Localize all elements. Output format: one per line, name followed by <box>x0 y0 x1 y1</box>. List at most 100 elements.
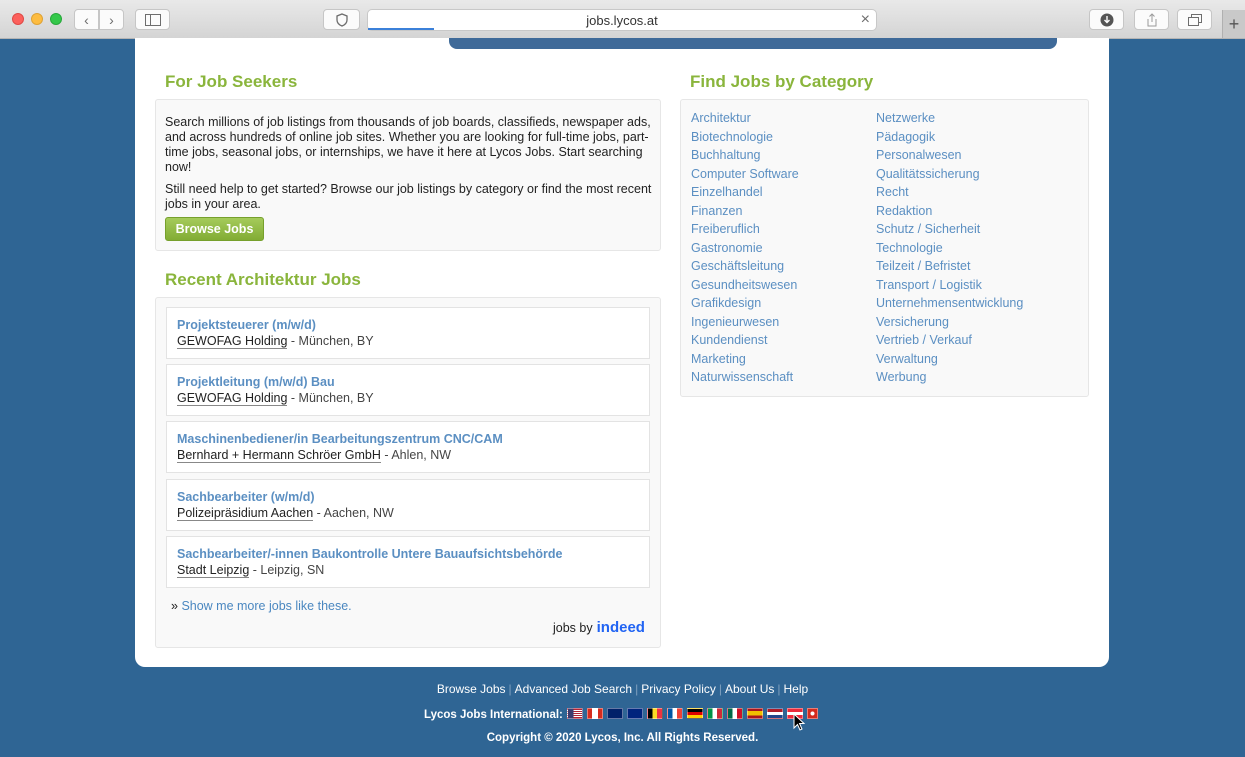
chevron-left-icon: ‹ <box>84 11 89 28</box>
job-location: - Leipzig, SN <box>249 563 325 577</box>
category-link[interactable]: Naturwissenschaft <box>691 370 793 384</box>
more-jobs-row: » Show me more jobs like these. <box>171 599 352 613</box>
job-location: - München, BY <box>287 334 374 348</box>
category-link[interactable]: Technologie <box>876 241 943 255</box>
flag-us-icon[interactable] <box>566 708 583 719</box>
category-link[interactable]: Schutz / Sicherheit <box>876 222 980 236</box>
job-location: - München, BY <box>287 391 374 405</box>
job-location: - Aachen, NW <box>313 506 394 520</box>
url-text: jobs.lycos.at <box>586 13 658 28</box>
job-listing: Sachbearbeiter (w/m/d) Polizeipräsidium … <box>166 479 650 531</box>
downloads-button[interactable] <box>1089 9 1124 30</box>
job-listing: Projektsteuerer (m/w/d) GEWOFAG Holding … <box>166 307 650 359</box>
job-listing: Projektleitung (m/w/d) Bau GEWOFAG Holdi… <box>166 364 650 416</box>
category-link[interactable]: Grafikdesign <box>691 296 761 310</box>
address-bar[interactable]: jobs.lycos.at × <box>367 9 877 31</box>
category-link[interactable]: Vertrieb / Verkauf <box>876 333 972 347</box>
category-link[interactable]: Architektur <box>691 111 751 125</box>
shield-icon <box>335 12 348 27</box>
browse-jobs-button[interactable]: Browse Jobs <box>165 217 264 241</box>
share-button[interactable] <box>1134 9 1169 30</box>
forward-button[interactable]: › <box>99 9 124 30</box>
more-jobs-link[interactable]: Show me more jobs like these. <box>181 599 351 613</box>
job-location: - Ahlen, NW <box>380 448 452 462</box>
flag-nl-icon[interactable] <box>766 708 783 719</box>
indeed-logo: indeed <box>596 619 645 636</box>
tabs-overview-button[interactable] <box>1177 9 1212 30</box>
category-link[interactable]: Finanzen <box>691 204 742 218</box>
flag-mx-icon[interactable] <box>726 708 743 719</box>
category-link[interactable]: Netzwerke <box>876 111 935 125</box>
job-seekers-help: Still need help to get started? Browse o… <box>165 182 652 211</box>
footer-link-privacy[interactable]: Privacy Policy <box>641 682 716 696</box>
flag-fr-icon[interactable] <box>666 708 683 719</box>
category-link[interactable]: Ingenieurwesen <box>691 315 779 329</box>
recent-jobs-heading: Recent Architektur Jobs <box>165 270 361 289</box>
footer-link-help[interactable]: Help <box>783 682 808 696</box>
page-load-progress <box>368 28 434 30</box>
back-button[interactable]: ‹ <box>74 9 99 30</box>
flag-es-icon[interactable] <box>746 708 763 719</box>
job-title-link[interactable]: Projektleitung (m/w/d) Bau <box>177 375 335 389</box>
flag-ca-icon[interactable] <box>586 708 603 719</box>
category-link[interactable]: Versicherung <box>876 315 949 329</box>
category-link[interactable]: Einzelhandel <box>691 185 763 199</box>
close-icon[interactable]: × <box>861 11 870 29</box>
category-link[interactable]: Transport / Logistik <box>876 278 982 292</box>
flag-uk-icon[interactable] <box>606 708 623 719</box>
browser-toolbar: ‹ › jobs.lycos.at × + <box>0 0 1245 39</box>
mouse-pointer-icon <box>793 713 806 731</box>
flag-au-icon[interactable] <box>626 708 643 719</box>
category-link[interactable]: Biotechnologie <box>691 130 773 144</box>
company-name: Bernhard + Hermann Schröer GmbH <box>177 448 381 463</box>
minimize-window-button[interactable] <box>31 13 43 25</box>
category-link[interactable]: Marketing <box>691 352 746 366</box>
job-listing: Sachbearbeiter/-innen Baukontrolle Unter… <box>166 536 650 588</box>
job-title-link[interactable]: Maschinenbediener/in Bearbeitungszentrum… <box>177 432 503 446</box>
flag-de-icon[interactable] <box>686 708 703 719</box>
company-name: GEWOFAG Holding <box>177 391 288 406</box>
close-window-button[interactable] <box>12 13 24 25</box>
category-link[interactable]: Teilzeit / Befristet <box>876 259 970 273</box>
category-link[interactable]: Redaktion <box>876 204 932 218</box>
category-link[interactable]: Kundendienst <box>691 333 767 347</box>
international-label: Lycos Jobs International: <box>424 709 563 721</box>
category-link[interactable]: Computer Software <box>691 167 799 181</box>
chevron-right-icon: › <box>109 11 114 28</box>
flag-ch-icon[interactable] <box>806 708 818 719</box>
indeed-attribution[interactable]: jobs by indeed <box>553 619 645 636</box>
jobs-by-label: jobs by <box>553 621 593 635</box>
company-name: Polizeipräsidium Aachen <box>177 506 314 521</box>
job-title-link[interactable]: Sachbearbeiter (w/m/d) <box>177 490 315 504</box>
category-link[interactable]: Verwaltung <box>876 352 938 366</box>
job-listing: Maschinenbediener/in Bearbeitungszentrum… <box>166 421 650 473</box>
sidebar-button[interactable] <box>135 9 170 30</box>
category-link[interactable]: Geschäftsleitung <box>691 259 784 273</box>
category-link[interactable]: Pädagogik <box>876 130 935 144</box>
category-link[interactable]: Personalwesen <box>876 148 961 162</box>
category-link[interactable]: Qualitätssicherung <box>876 167 980 181</box>
new-tab-button[interactable]: + <box>1222 10 1245 38</box>
category-link[interactable]: Buchhaltung <box>691 148 761 162</box>
category-heading: Find Jobs by Category <box>690 72 874 91</box>
footer-links: Browse Jobs | Advanced Job Search | Privacy … <box>436 682 809 696</box>
category-link[interactable]: Freiberuflich <box>691 222 760 236</box>
job-title-link[interactable]: Sachbearbeiter/-innen Baukontrolle Unter… <box>177 547 563 561</box>
download-icon <box>1100 13 1113 26</box>
job-seekers-intro: Search millions of job listings from tho… <box>165 115 651 174</box>
flag-be-icon[interactable] <box>646 708 663 719</box>
share-icon <box>1147 12 1156 26</box>
more-jobs-prefix: » <box>171 599 182 613</box>
category-link[interactable]: Werbung <box>876 370 927 384</box>
category-link[interactable]: Gastronomie <box>691 241 763 255</box>
footer-link-browse-jobs[interactable]: Browse Jobs <box>437 682 506 696</box>
category-link[interactable]: Unternehmensentwicklung <box>876 296 1023 310</box>
category-link[interactable]: Gesundheitswesen <box>691 278 797 292</box>
footer-link-advanced-search[interactable]: Advanced Job Search <box>515 682 632 696</box>
privacy-report-button[interactable] <box>323 9 360 30</box>
flag-it-icon[interactable] <box>706 708 723 719</box>
footer-link-about[interactable]: About Us <box>725 682 774 696</box>
zoom-window-button[interactable] <box>50 13 62 25</box>
job-title-link[interactable]: Projektsteuerer (m/w/d) <box>177 318 316 332</box>
category-link[interactable]: Recht <box>876 185 909 199</box>
